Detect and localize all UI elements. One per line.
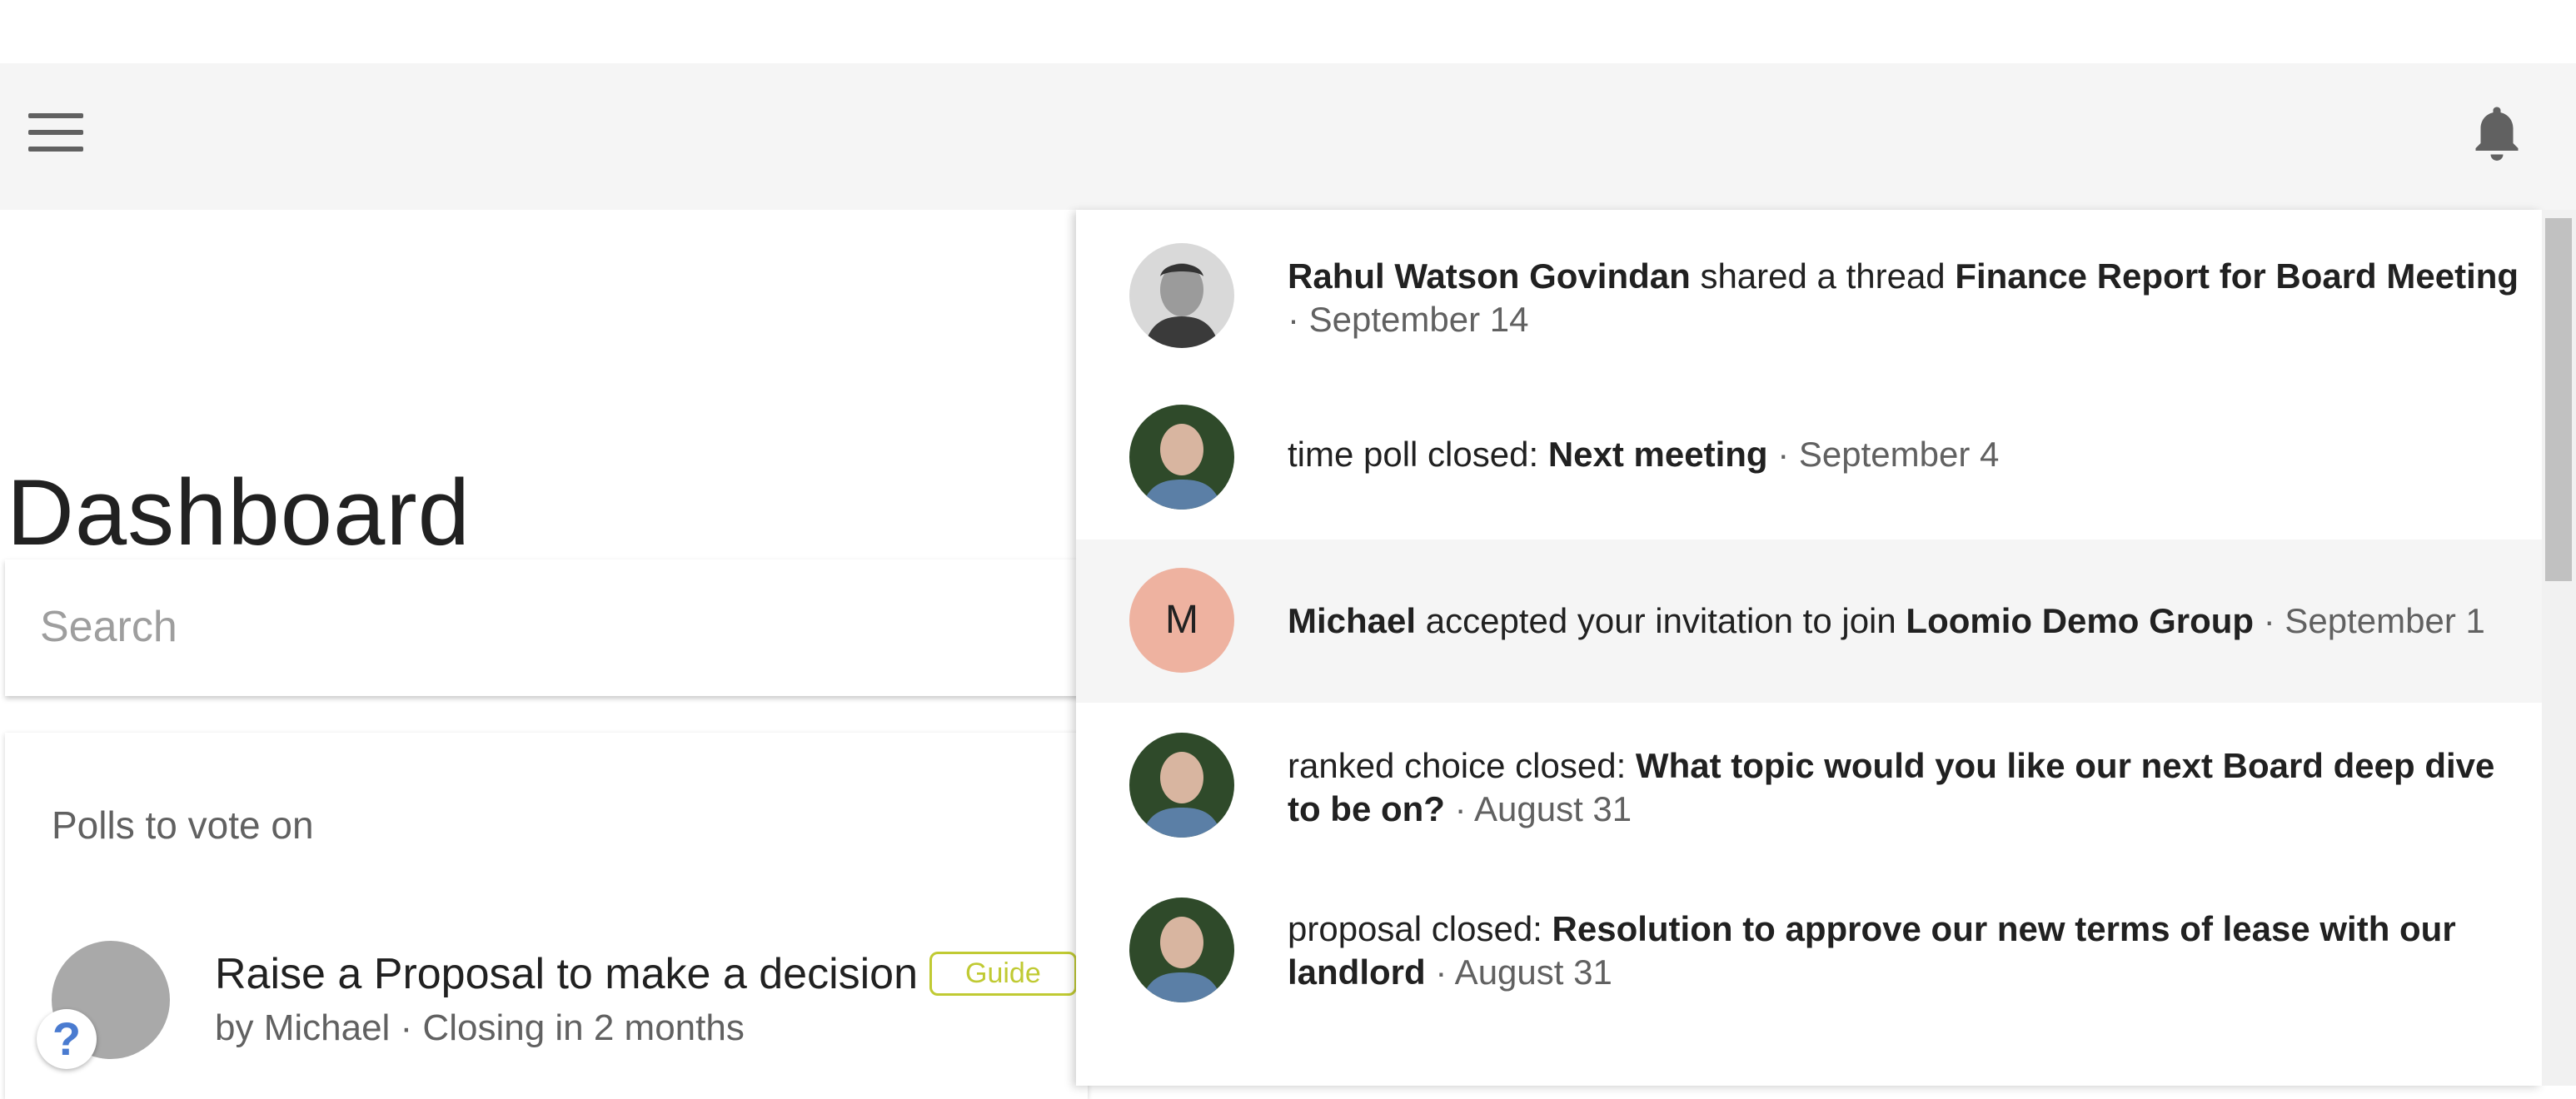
- notification-date: · September 1: [2254, 601, 2485, 640]
- notification-actor: Rahul Watson Govindan: [1288, 256, 1691, 296]
- avatar: [1129, 733, 1234, 838]
- poll-closing: · Closing in 2 months: [400, 1007, 745, 1048]
- notification-item[interactable]: proposal closed: Resolution to approve o…: [1076, 866, 2542, 1029]
- notification-actor: Michael: [1288, 601, 1417, 640]
- avatar: [1129, 405, 1234, 510]
- notification-subject: Next meeting: [1547, 435, 1768, 474]
- help-button[interactable]: ?: [37, 1009, 97, 1069]
- poll-author: by Michael: [215, 1007, 391, 1048]
- notification-action: proposal closed:: [1288, 909, 1552, 948]
- notification-date: · August 31: [1425, 952, 1612, 992]
- page-title: Dashboard: [7, 460, 471, 565]
- notification-item[interactable]: Rahul Watson Govindan shared a thread Fi…: [1076, 210, 2542, 373]
- notification-action: accepted your invitation to join: [1416, 601, 1906, 640]
- notification-item[interactable]: ranked choice closed: What topic would y…: [1076, 703, 2542, 866]
- poll-meta: by Michael · Closing in 2 months: [215, 1007, 745, 1049]
- notification-date: · September 4: [1767, 435, 2000, 474]
- notification-text: ranked choice closed: What topic would y…: [1288, 744, 2520, 831]
- notification-action: time poll closed:: [1288, 435, 1548, 474]
- notification-item[interactable]: time poll closed: Next meeting · Septemb…: [1076, 373, 2542, 536]
- notification-item[interactable]: M Michael accepted your invitation to jo…: [1076, 540, 2542, 703]
- avatar: M: [1129, 568, 1234, 673]
- notification-date: · August 31: [1444, 789, 1632, 828]
- polls-heading: Polls to vote on: [52, 803, 314, 847]
- notification-text: proposal closed: Resolution to approve o…: [1288, 908, 2520, 994]
- hamburger-menu-icon[interactable]: [28, 113, 83, 155]
- notification-action: shared a thread: [1690, 256, 1956, 296]
- avatar: [1129, 898, 1234, 1002]
- avatar: [1129, 243, 1234, 348]
- content-header-strip: [0, 210, 1074, 335]
- notification-subject: Loomio Demo Group: [1906, 601, 2255, 640]
- bell-icon[interactable]: [2467, 102, 2527, 170]
- notification-text: Michael accepted your invitation to join…: [1288, 599, 2520, 643]
- poll-title-link[interactable]: Raise a Proposal to make a decision Guide: [215, 949, 1077, 999]
- notification-action: ranked choice closed:: [1288, 746, 1636, 785]
- notifications-panel: Rahul Watson Govindan shared a thread Fi…: [1076, 210, 2542, 1086]
- notification-subject: Finance Report for Board Meeting: [1955, 256, 2519, 296]
- polls-card: Polls to vote on Raise a Proposal to mak…: [5, 733, 1088, 1099]
- notification-date: · September 14: [1288, 300, 1529, 339]
- search-card: [5, 559, 1088, 696]
- guide-badge: Guide: [929, 951, 1077, 996]
- notification-text: time poll closed: Next meeting · Septemb…: [1288, 433, 2520, 476]
- top-app-bar: [0, 63, 2576, 210]
- search-input[interactable]: [38, 593, 1041, 661]
- notification-text: Rahul Watson Govindan shared a thread Fi…: [1288, 255, 2520, 341]
- scrollbar-thumb[interactable]: [2545, 218, 2572, 581]
- poll-title-text[interactable]: Raise a Proposal to make a decision: [215, 950, 918, 998]
